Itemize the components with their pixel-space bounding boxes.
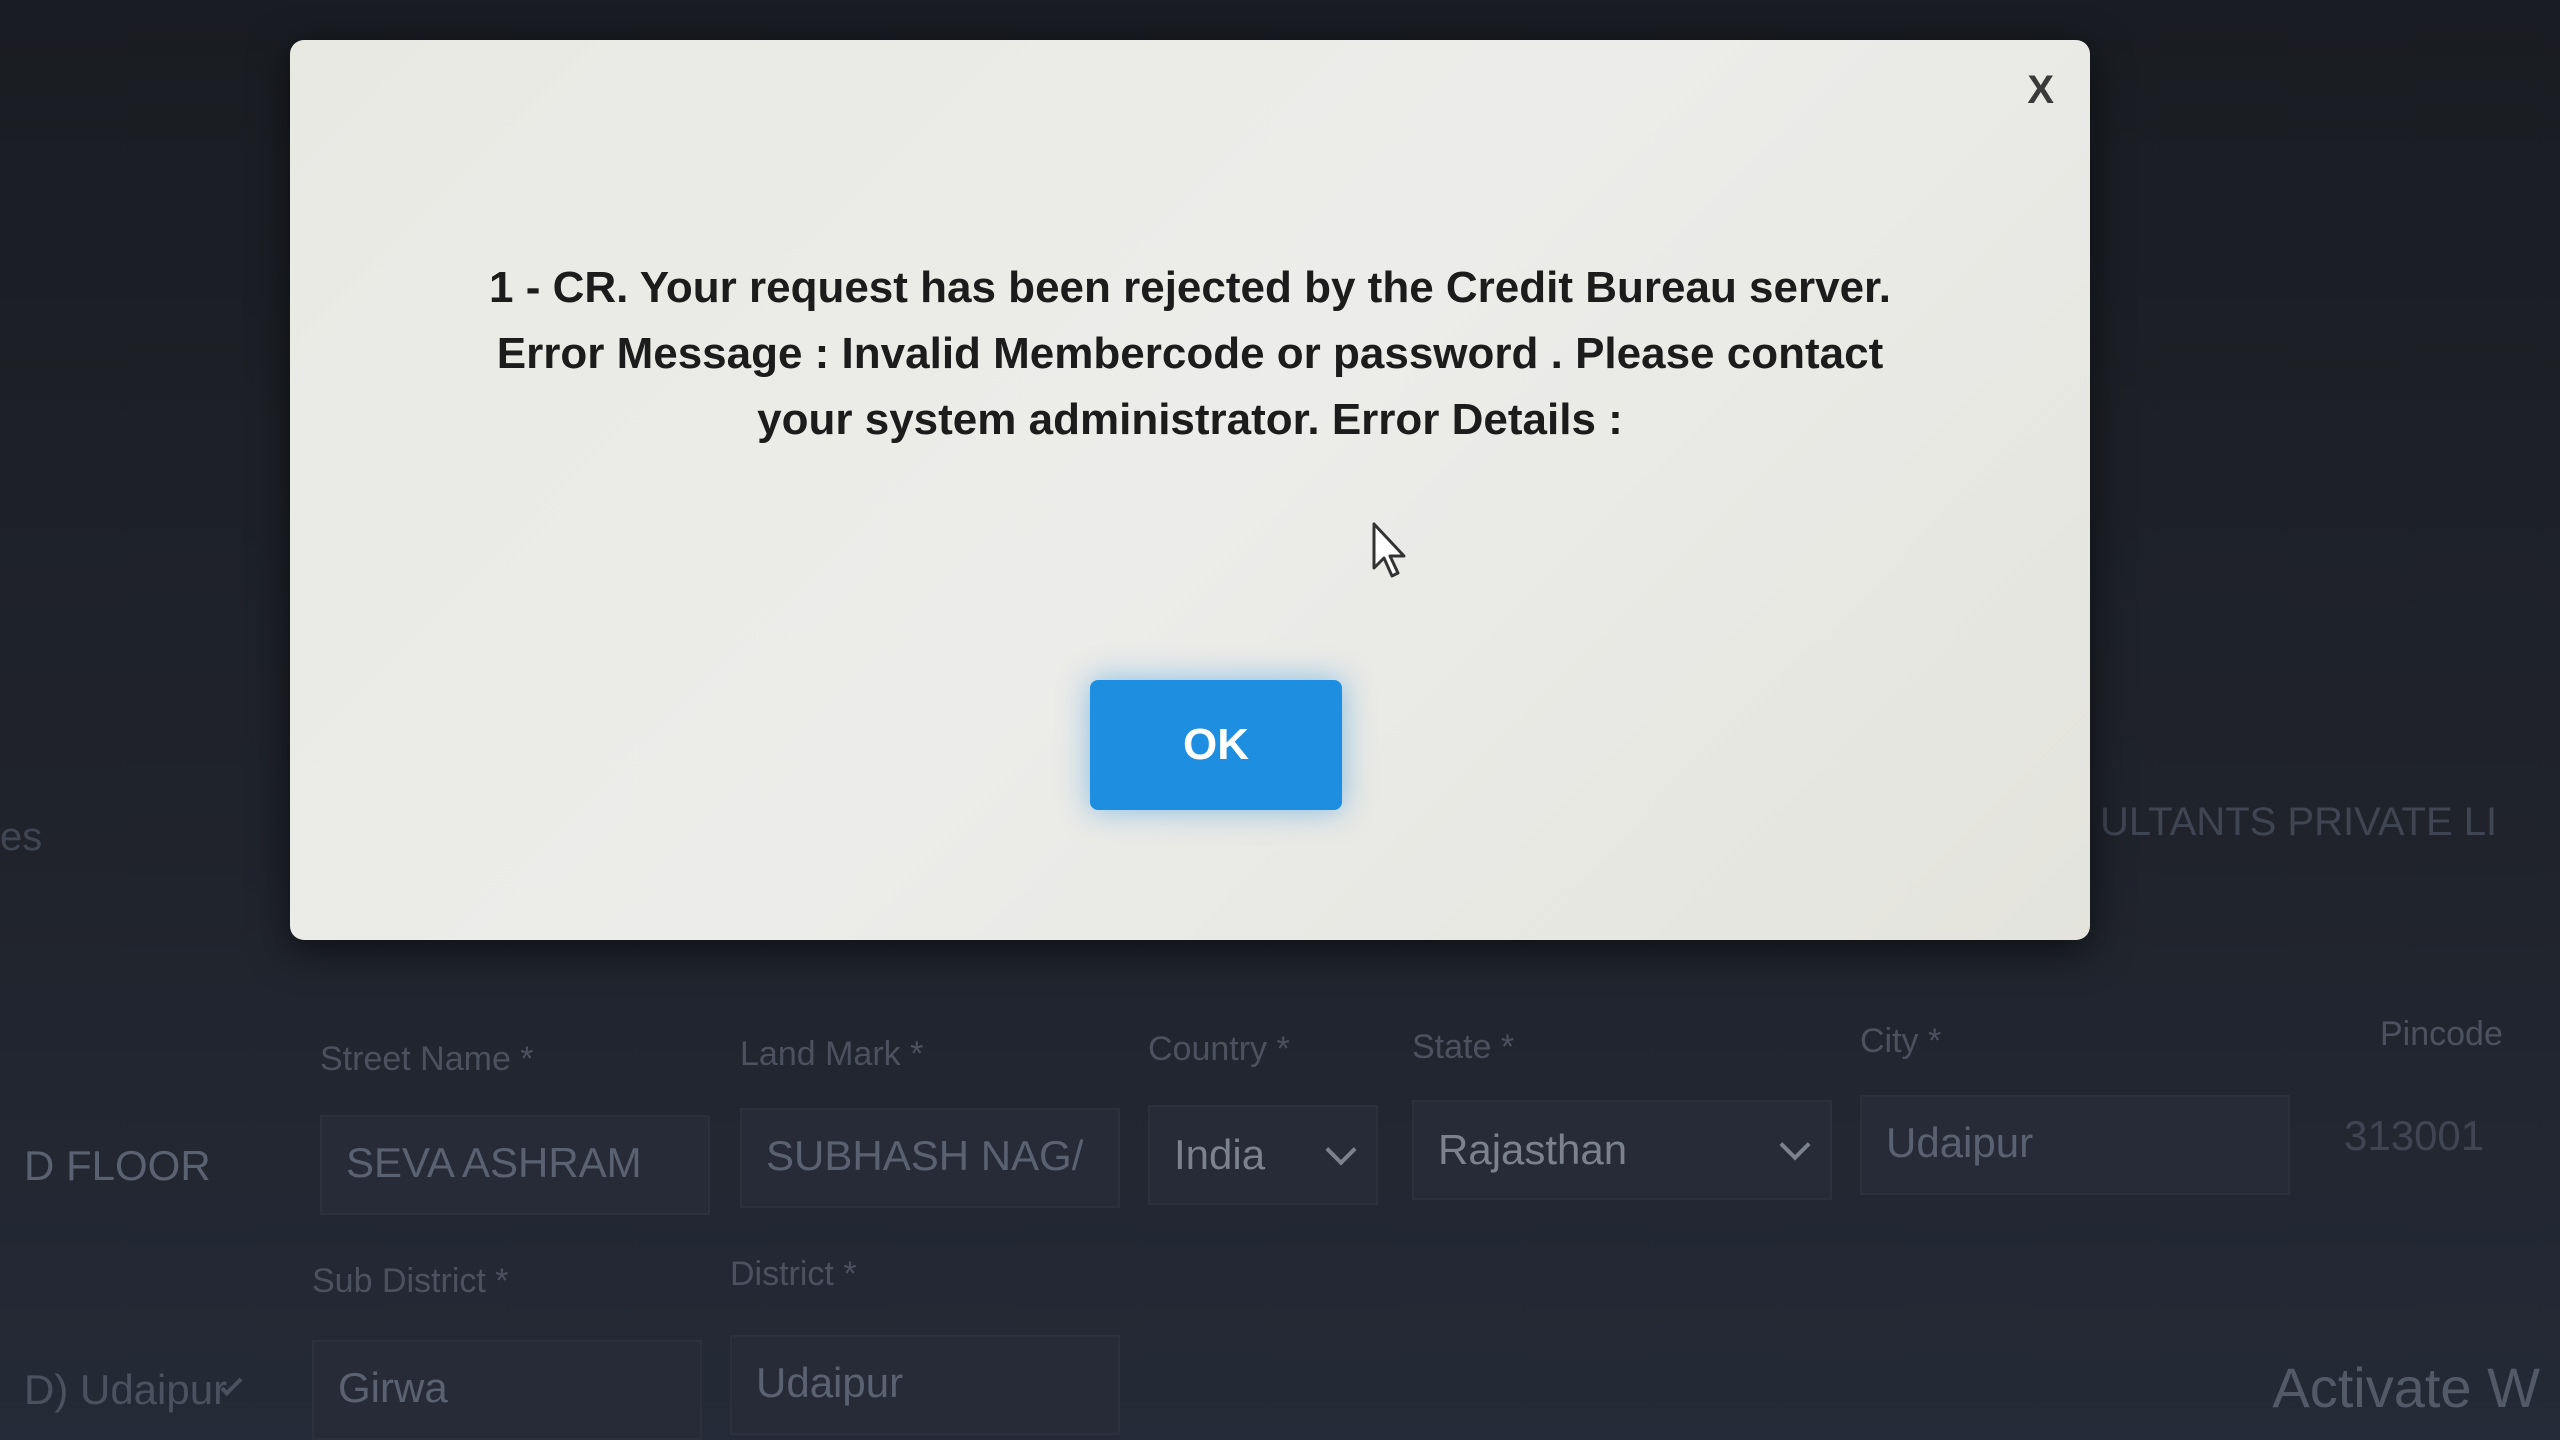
error-message-line: 1 - CR. Your request has been rejected b… xyxy=(489,263,1891,312)
mouse-pointer-icon xyxy=(1372,522,1406,578)
close-button[interactable]: X xyxy=(2027,68,2054,113)
error-dialog: X 1 - CR. Your request has been rejected… xyxy=(290,40,2090,940)
ok-button[interactable]: OK xyxy=(1090,680,1342,810)
page: es ULTANTS PRIVATE LI Street Name * Land… xyxy=(0,0,2560,1440)
error-message: 1 - CR. Your request has been rejected b… xyxy=(420,255,1960,453)
error-message-line: your system administrator. Error Details… xyxy=(757,395,1623,444)
error-message-line: Error Message : Invalid Membercode or pa… xyxy=(496,329,1884,378)
